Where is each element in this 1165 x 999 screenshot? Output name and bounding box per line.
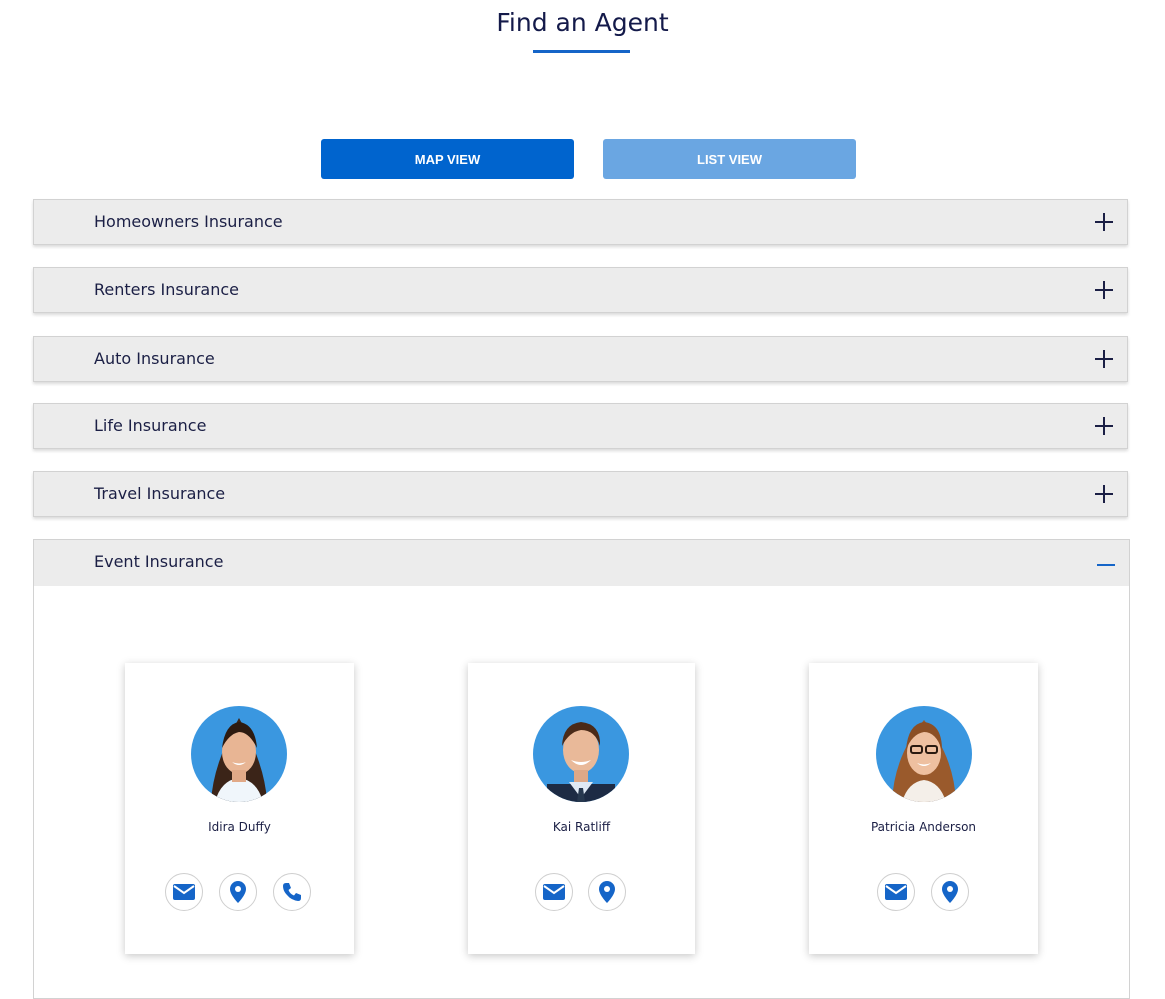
avatar [876,706,972,802]
accordion-title: Life Insurance [94,416,207,435]
plus-icon[interactable] [1095,417,1113,435]
accordion-travel[interactable]: Travel Insurance [33,471,1128,517]
accordion-title: Travel Insurance [94,484,226,503]
location-pin-icon [230,881,246,903]
email-button[interactable] [877,873,915,911]
phone-button[interactable] [273,873,311,911]
accordion-renters[interactable]: Renters Insurance [33,267,1128,313]
agent-name: Patricia Anderson [870,820,977,834]
accordion-title: Renters Insurance [94,280,239,299]
email-icon [173,884,195,900]
avatar [191,706,287,802]
avatar [533,706,629,802]
location-pin-icon [942,881,958,903]
email-button[interactable] [165,873,203,911]
location-button[interactable] [219,873,257,911]
plus-icon[interactable] [1095,213,1113,231]
map-view-button[interactable]: MAP VIEW [321,139,574,179]
phone-icon [282,882,302,902]
plus-icon[interactable] [1095,485,1113,503]
location-pin-icon [599,881,615,903]
agent-card: Kai Ratliff [468,663,695,954]
email-button[interactable] [535,873,573,911]
accordion-event-header[interactable]: Event Insurance [34,540,1129,586]
agent-card: Idira Duffy [125,663,354,954]
agent-name: Kai Ratliff [552,820,611,834]
agent-name: Idira Duffy [208,820,271,834]
agent-card: Patricia Anderson [809,663,1038,954]
plus-icon[interactable] [1095,281,1113,299]
list-view-button[interactable]: LIST VIEW [603,139,856,179]
accordion-auto[interactable]: Auto Insurance [33,336,1128,382]
title-underline [533,50,630,53]
location-button[interactable] [588,873,626,911]
minus-icon[interactable] [1097,553,1115,571]
location-button[interactable] [931,873,969,911]
page-title: Find an Agent [496,8,669,37]
email-icon [543,884,565,900]
accordion-title: Event Insurance [94,552,224,571]
accordion-homeowners[interactable]: Homeowners Insurance [33,199,1128,245]
plus-icon[interactable] [1095,350,1113,368]
accordion-title: Homeowners Insurance [94,212,283,231]
email-icon [885,884,907,900]
accordion-life[interactable]: Life Insurance [33,403,1128,449]
accordion-title: Auto Insurance [94,349,215,368]
